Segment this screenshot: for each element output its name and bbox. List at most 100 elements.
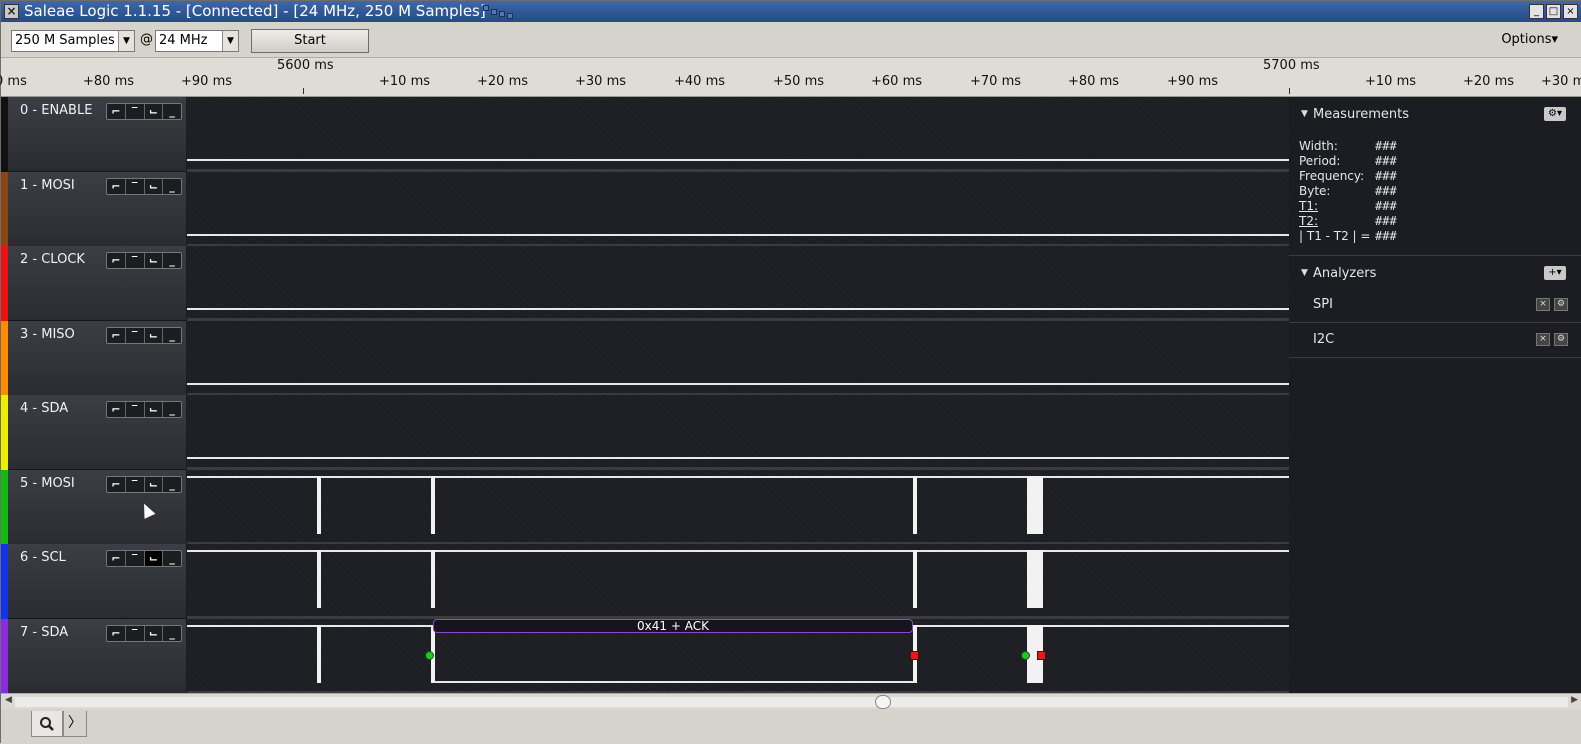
high-level-icon[interactable]: ‾ xyxy=(126,178,145,194)
channel-label-box[interactable]: 2 - CLOCK ⌐ ‾ ⌙ _ xyxy=(8,246,186,321)
low-level-icon[interactable]: _ xyxy=(163,104,181,119)
falling-edge-icon[interactable]: ⌙ xyxy=(145,625,164,641)
window-menu-icon[interactable]: × xyxy=(4,4,19,19)
rising-edge-icon[interactable]: ⌐ xyxy=(107,402,126,417)
collapse-triangle-icon[interactable]: ▼ xyxy=(1301,268,1308,278)
low-level-icon[interactable]: _ xyxy=(163,253,181,268)
rising-edge-icon[interactable]: ⌐ xyxy=(107,625,126,641)
channel-label-box[interactable]: 3 - MISO ⌐ ‾ ⌙ _ xyxy=(8,320,186,396)
toolbar: 250 M Samples ▼ @ 24 MHz ▼ Start Options… xyxy=(1,22,1581,58)
samples-select[interactable]: 250 M Samples ▼ xyxy=(11,30,135,52)
rising-edge-icon[interactable]: ⌐ xyxy=(107,178,126,194)
falling-edge-icon[interactable]: ⌙ xyxy=(145,253,164,268)
channel-waveform[interactable] xyxy=(187,544,1289,619)
start-button[interactable]: Start xyxy=(251,29,369,53)
channel-row: 7 - SDA ⌐ ‾ ⌙ _ 0x41 + ACK xyxy=(1,618,1289,694)
high-level-icon[interactable]: ‾ xyxy=(126,551,145,566)
scroll-right-icon[interactable]: ▶ xyxy=(1571,695,1578,705)
time-ruler[interactable]: 5600 ms 5700 ms 0 ms +80 ms +90 ms +10 m… xyxy=(0,58,1581,97)
measurements-header[interactable]: ▼ Measurements ⚙▾ xyxy=(1289,101,1581,129)
gear-icon[interactable]: ⚙ xyxy=(1554,298,1568,311)
channel-waveform[interactable] xyxy=(187,97,1289,172)
channel-waveform[interactable] xyxy=(187,246,1289,321)
channel-label-box[interactable]: 4 - SDA ⌐ ‾ ⌙ _ xyxy=(8,395,186,470)
falling-edge-icon[interactable]: ⌙ xyxy=(145,402,164,417)
channel-waveform[interactable]: 0x41 + ACK xyxy=(187,618,1289,694)
collapse-triangle-icon[interactable]: ▼ xyxy=(1301,109,1308,119)
ruler-tick-label: +10 ms xyxy=(379,74,431,89)
close-button[interactable]: × xyxy=(1563,4,1578,19)
channel-label-box[interactable]: 6 - SCL ⌐ ‾ ⌙ _ xyxy=(8,544,186,619)
options-menu[interactable]: Options▾ xyxy=(1501,32,1558,47)
ruler-major-tick xyxy=(303,88,304,94)
scroll-track[interactable] xyxy=(15,697,1568,707)
channel-color-strip xyxy=(1,97,8,172)
maximize-button[interactable]: □ xyxy=(1546,4,1561,19)
low-level-icon[interactable]: _ xyxy=(163,551,181,566)
channel-waveform[interactable] xyxy=(187,395,1289,470)
channel-row: 2 - CLOCK ⌐ ‾ ⌙ _ xyxy=(1,246,1289,321)
channel-name: 5 - MOSI xyxy=(20,475,75,491)
ruler-tick-label: +70 ms xyxy=(970,74,1022,89)
rate-select[interactable]: 24 MHz ▼ xyxy=(155,30,239,52)
high-level-icon[interactable]: ‾ xyxy=(126,104,145,119)
rising-edge-icon[interactable]: ⌐ xyxy=(107,104,126,119)
measurement-value: ### xyxy=(1375,214,1397,228)
horizontal-scrollbar[interactable]: ◀ ▶ xyxy=(1,693,1581,709)
falling-edge-icon[interactable]: ⌙ xyxy=(145,104,164,119)
analyzer-item[interactable]: I2C xyxy=(1313,332,1334,347)
ruler-tick-label: +30 ms xyxy=(1541,74,1581,89)
high-level-icon[interactable]: ‾ xyxy=(126,402,145,417)
chevron-down-icon[interactable]: ▼ xyxy=(118,31,134,51)
decoded-frame-label[interactable]: 0x41 + ACK xyxy=(433,618,913,633)
expand-icon[interactable]: 〉 xyxy=(63,711,87,737)
channel-label-box[interactable]: 1 - MOSI ⌐ ‾ ⌙ _ xyxy=(8,171,186,247)
channel-label-box[interactable]: 5 - MOSI ⌐ ‾ ⌙ _ xyxy=(8,469,186,545)
low-level-icon[interactable]: _ xyxy=(163,477,181,492)
analyzers-header[interactable]: ▼ Analyzers +▾ xyxy=(1289,260,1581,288)
low-level-icon[interactable]: _ xyxy=(163,179,181,194)
rising-edge-icon[interactable]: ⌐ xyxy=(107,476,126,492)
falling-edge-icon[interactable]: ⌙ xyxy=(145,178,164,194)
chevron-down-icon[interactable]: ▼ xyxy=(222,31,238,51)
gear-icon[interactable]: ⚙ xyxy=(1554,333,1568,346)
measurement-row: Width: ### xyxy=(1299,139,1397,153)
scroll-thumb[interactable] xyxy=(875,695,891,709)
rising-edge-icon[interactable]: ⌐ xyxy=(107,253,126,268)
channel-label-box[interactable]: 7 - SDA ⌐ ‾ ⌙ _ xyxy=(8,618,186,694)
title-bar: × Saleae Logic 1.1.15 - [Connected] - [2… xyxy=(1,1,1581,22)
measurement-value: ### xyxy=(1375,184,1397,198)
search-icon[interactable] xyxy=(31,711,63,737)
rising-edge-icon[interactable]: ⌐ xyxy=(107,551,126,566)
rising-edge-icon[interactable]: ⌐ xyxy=(107,327,126,343)
add-analyzer-icon[interactable]: +▾ xyxy=(1544,266,1566,280)
falling-edge-icon[interactable]: ⌙ xyxy=(145,327,164,343)
remove-analyzer-icon[interactable]: × xyxy=(1536,333,1550,346)
remove-analyzer-icon[interactable]: × xyxy=(1536,298,1550,311)
signal-level-line xyxy=(187,457,1289,459)
high-level-icon[interactable]: ‾ xyxy=(126,253,145,268)
channel-label-box[interactable]: 0 - ENABLE ⌐ ‾ ⌙ _ xyxy=(8,97,186,172)
channel-waveform[interactable] xyxy=(187,320,1289,396)
high-level-icon[interactable]: ‾ xyxy=(126,327,145,343)
signal-level-line xyxy=(187,233,1289,236)
low-level-icon[interactable]: _ xyxy=(163,328,181,343)
channel-row: 0 - ENABLE ⌐ ‾ ⌙ _ xyxy=(1,97,1289,172)
panel-divider xyxy=(1289,255,1581,256)
ruler-tick-label: +20 ms xyxy=(477,74,529,89)
low-level-icon[interactable]: _ xyxy=(163,626,181,641)
high-level-icon[interactable]: ‾ xyxy=(126,625,145,641)
low-level-icon[interactable]: _ xyxy=(163,402,181,417)
signal-pulse xyxy=(317,550,321,608)
falling-edge-icon[interactable]: ⌙ xyxy=(145,476,164,492)
channel-waveform[interactable] xyxy=(187,171,1289,247)
high-level-icon[interactable]: ‾ xyxy=(126,476,145,492)
falling-edge-icon[interactable]: ⌙ xyxy=(144,551,164,566)
analyzer-item[interactable]: SPI xyxy=(1313,297,1333,312)
scroll-left-icon[interactable]: ◀ xyxy=(5,695,12,705)
minimize-button[interactable]: _ xyxy=(1529,4,1544,19)
channel-name: 3 - MISO xyxy=(20,326,75,342)
channel-waveform[interactable] xyxy=(187,469,1289,545)
title-decoration-icon xyxy=(483,5,515,19)
gear-icon[interactable]: ⚙▾ xyxy=(1544,107,1566,121)
